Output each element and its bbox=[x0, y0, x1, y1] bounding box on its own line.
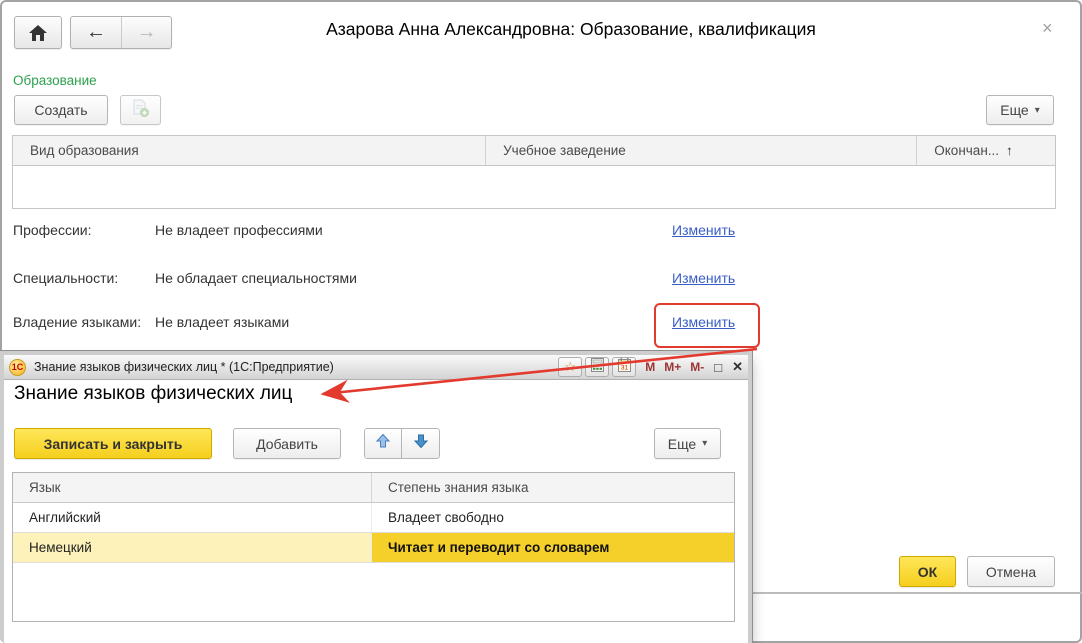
chevron-down-icon: ▾ bbox=[702, 438, 707, 449]
dialog-close-icon[interactable]: ✕ bbox=[732, 359, 743, 375]
calculator-icon bbox=[591, 358, 604, 377]
home-icon bbox=[15, 17, 61, 48]
calendar-icon: 31 bbox=[618, 358, 631, 377]
table-row-english[interactable]: Английский Владеет свободно bbox=[13, 503, 734, 533]
star-icon: ☆ bbox=[564, 359, 576, 375]
save-and-close-button[interactable]: Записать и закрыть bbox=[14, 428, 212, 459]
favorite-button[interactable]: ☆ bbox=[558, 357, 582, 377]
cancel-button-label: Отмена bbox=[986, 564, 1036, 580]
add-button-label: Добавить bbox=[256, 436, 318, 452]
create-button-label: Создать bbox=[34, 102, 87, 118]
level-cell-active[interactable]: Читает и переводит со словарем bbox=[372, 533, 734, 562]
dialog-titlebar[interactable]: 1С Знание языков физических лиц * (1С:Пр… bbox=[4, 355, 748, 380]
ok-button[interactable]: ОК bbox=[899, 556, 956, 587]
annotation-highlight-box bbox=[654, 303, 760, 348]
add-button[interactable]: Добавить bbox=[233, 428, 341, 459]
column-header-graduation[interactable]: Окончан... ↑ bbox=[917, 136, 1055, 165]
specialties-edit-link[interactable]: Изменить bbox=[672, 270, 735, 286]
language-value: Английский bbox=[29, 510, 101, 525]
copy-button[interactable] bbox=[120, 95, 161, 125]
languages-table: Язык Степень знания языка Английский Вла… bbox=[12, 472, 735, 622]
column-label: Степень знания языка bbox=[388, 480, 528, 495]
dialog-title: Знание языков физических лиц * (1С:Предп… bbox=[34, 360, 334, 374]
save-and-close-label: Записать и закрыть bbox=[44, 436, 183, 452]
education-table-header: Вид образования Учебное заведение Оконча… bbox=[12, 135, 1056, 166]
column-label: Окончан... bbox=[934, 143, 999, 158]
languages-table-header: Язык Степень знания языка bbox=[13, 473, 734, 503]
dialog-heading: Знание языков физических лиц bbox=[14, 383, 292, 405]
languages-label: Владение языками: bbox=[13, 314, 141, 330]
arrow-down-icon bbox=[413, 433, 429, 454]
languages-dialog: 1С Знание языков физических лиц * (1С:Пр… bbox=[4, 355, 748, 643]
svg-text:31: 31 bbox=[621, 364, 629, 371]
specialties-value: Не обладает специальностями bbox=[155, 270, 357, 286]
font-scale-decrease-button[interactable]: М- bbox=[690, 360, 704, 374]
create-button[interactable]: Создать bbox=[14, 95, 108, 125]
education-table: Вид образования Учебное заведение Оконча… bbox=[12, 135, 1056, 209]
level-value: Читает и переводит со словарем bbox=[388, 540, 609, 555]
language-cell[interactable]: Английский bbox=[13, 503, 372, 532]
app-window: ← → Азарова Анна Александровна: Образова… bbox=[0, 0, 1082, 643]
language-value: Немецкий bbox=[29, 540, 92, 555]
more-button-label: Еще bbox=[1000, 102, 1029, 118]
row-move-group bbox=[364, 428, 440, 459]
column-header-education-type[interactable]: Вид образования bbox=[13, 136, 486, 165]
copy-document-icon bbox=[131, 99, 150, 121]
column-header-institution[interactable]: Учебное заведение bbox=[486, 136, 917, 165]
close-icon[interactable]: × bbox=[1042, 19, 1053, 37]
font-scale-reset-button[interactable]: М bbox=[645, 360, 655, 374]
column-label: Учебное заведение bbox=[503, 143, 626, 158]
specialties-label: Специальности: bbox=[13, 270, 118, 286]
professions-label: Профессии: bbox=[13, 222, 91, 238]
more-button-main[interactable]: Еще ▾ bbox=[986, 95, 1054, 125]
professions-edit-link[interactable]: Изменить bbox=[672, 222, 735, 238]
arrow-up-icon bbox=[375, 433, 391, 454]
section-label-education: Образование bbox=[13, 73, 97, 88]
professions-value: Не владеет профессиями bbox=[155, 222, 323, 238]
page-title: Азарова Анна Александровна: Образование,… bbox=[60, 19, 1082, 40]
column-label: Язык bbox=[29, 480, 61, 495]
move-down-button[interactable] bbox=[402, 428, 440, 459]
ok-button-label: ОК bbox=[918, 564, 937, 580]
font-scale-increase-button[interactable]: М+ bbox=[664, 360, 681, 374]
level-cell[interactable]: Владеет свободно bbox=[372, 503, 734, 532]
maximize-icon[interactable]: □ bbox=[714, 360, 722, 375]
table-row-german-selected[interactable]: Немецкий Читает и переводит со словарем bbox=[13, 533, 734, 563]
languages-value: Не владеет языками bbox=[155, 314, 289, 330]
column-header-language[interactable]: Язык bbox=[13, 473, 372, 502]
sort-ascending-icon: ↑ bbox=[1006, 143, 1013, 158]
calendar-button[interactable]: 31 bbox=[612, 357, 636, 377]
1c-logo-icon: 1С bbox=[9, 359, 26, 376]
column-header-level[interactable]: Степень знания языка bbox=[372, 473, 734, 502]
move-up-button[interactable] bbox=[364, 428, 402, 459]
chevron-down-icon: ▾ bbox=[1035, 105, 1040, 116]
more-button-dialog[interactable]: Еще ▾ bbox=[654, 428, 721, 459]
calculator-button[interactable] bbox=[585, 357, 609, 377]
education-table-body-empty[interactable] bbox=[12, 166, 1056, 209]
cancel-button[interactable]: Отмена bbox=[967, 556, 1055, 587]
language-cell[interactable]: Немецкий bbox=[13, 533, 372, 562]
home-button[interactable] bbox=[14, 16, 62, 49]
column-label: Вид образования bbox=[30, 143, 139, 158]
level-value: Владеет свободно bbox=[388, 510, 504, 525]
more-button-label: Еще bbox=[668, 436, 697, 452]
